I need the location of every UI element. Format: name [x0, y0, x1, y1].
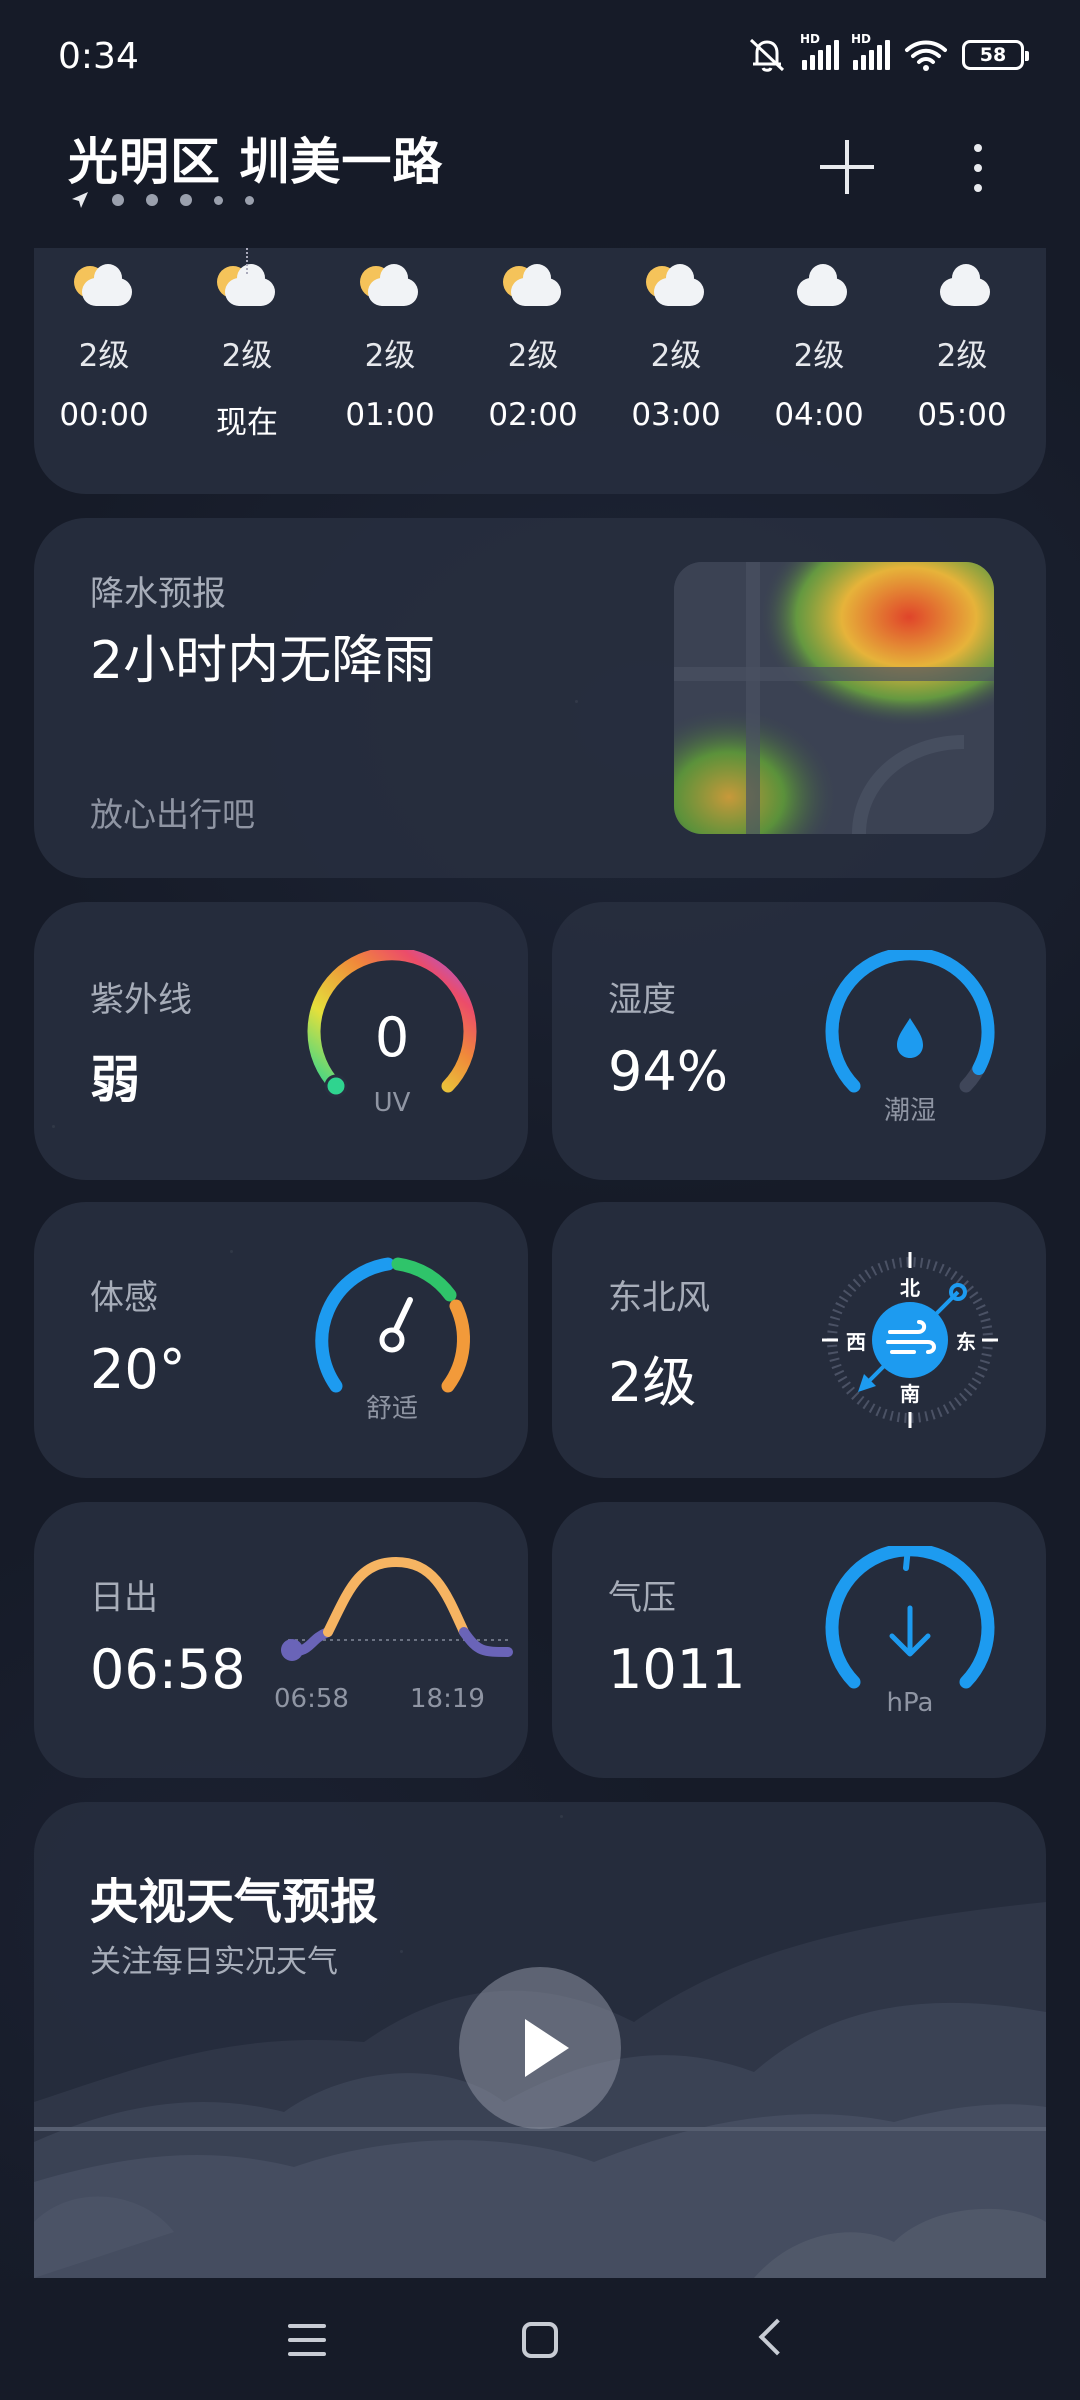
hourly-item: 2级 05:00	[907, 262, 1017, 433]
hd-label: HD	[851, 32, 872, 46]
hourly-item: 2级 04:00	[764, 262, 874, 433]
feels-label: 体感	[90, 1278, 158, 1318]
more-menu-button[interactable]	[966, 140, 990, 196]
page-dot	[245, 195, 254, 205]
recent-apps-button[interactable]	[288, 2324, 326, 2358]
uv-gauge-value: 0	[374, 1006, 410, 1069]
compass-south-label: 南	[900, 1382, 920, 1406]
wifi-icon	[905, 40, 947, 71]
page-dot	[180, 194, 192, 206]
hourly-time: 05:00	[917, 397, 1007, 433]
moon-cloud-icon	[644, 262, 708, 312]
compass-west-label: 西	[846, 1330, 866, 1354]
precip-subtitle: 放心出行吧	[90, 795, 255, 834]
pressure-card[interactable]: 气压 1011 hPa	[552, 1502, 1046, 1778]
hourly-item: 2级 现在	[192, 262, 302, 442]
hourly-time: 现在	[216, 405, 278, 441]
sunrise-card[interactable]: 日出 06:58 06:58 18:19	[34, 1502, 528, 1778]
hourly-item: 2级 01:00	[335, 262, 445, 433]
moon-cloud-icon	[72, 262, 136, 312]
now-indicator-line	[246, 248, 248, 274]
play-button[interactable]	[459, 1967, 621, 2129]
hourly-wind-level: 2级	[507, 338, 559, 374]
hourly-wind-level: 2级	[793, 338, 845, 374]
moon-cloud-icon	[501, 262, 565, 312]
compass-north-label: 北	[900, 1276, 920, 1300]
hd-label: HD	[800, 32, 821, 46]
feels-value: 20°	[90, 1338, 186, 1401]
location-title[interactable]: 光明区 圳美一路	[68, 122, 443, 194]
compass-east-label: 东	[956, 1330, 976, 1354]
page-indicator	[70, 190, 254, 210]
uv-value: 弱	[90, 1051, 140, 1109]
sunrise-label: 日出	[90, 1578, 158, 1618]
hourly-item: 2级 00:00	[49, 262, 159, 433]
hourly-time: 03:00	[631, 397, 721, 433]
moon-cloud-icon	[358, 262, 422, 312]
page-dot	[146, 194, 158, 206]
hourly-wind-level: 2级	[221, 338, 273, 374]
hourly-wind-level: 2级	[364, 338, 416, 374]
humidity-label: 湿度	[608, 980, 676, 1020]
sunset-time-label: 18:19	[410, 1684, 485, 1714]
status-bar: 0:34 HD HD 58	[0, 0, 1080, 110]
add-city-button[interactable]	[818, 138, 876, 196]
mute-bell-icon	[749, 38, 785, 72]
wind-card[interactable]: 东北风 2级 北 南 西 东	[552, 1202, 1046, 1478]
arrow-down-icon	[889, 1605, 931, 1657]
precip-label: 降水预报	[90, 574, 226, 614]
cloud-icon	[787, 262, 851, 312]
hourly-time: 04:00	[774, 397, 864, 433]
water-drop-icon	[897, 1018, 923, 1058]
humidity-gauge-text: 潮湿	[883, 1096, 936, 1126]
signal-icon: HD	[851, 32, 890, 70]
feels-like-card[interactable]: 体感 20° 舒适	[34, 1202, 528, 1478]
page-dot	[112, 194, 124, 206]
status-time: 0:34	[58, 36, 139, 77]
hourly-forecast-card[interactable]: 2级 00:00 2级 现在 2级 01:00 2级 02:00 2级 03:0…	[34, 248, 1046, 494]
location-arrow-icon	[72, 192, 88, 208]
hourly-wind-level: 2级	[650, 338, 702, 374]
sunrise-time-label: 06:58	[274, 1684, 349, 1714]
pressure-unit: hPa	[886, 1688, 934, 1718]
wind-label: 东北风	[608, 1278, 710, 1318]
battery-icon: 58	[962, 40, 1029, 70]
humidity-card[interactable]: 湿度 94% 潮湿	[552, 902, 1046, 1180]
weather-video-card[interactable]: 央视天气预报 关注每日实况天气	[34, 1802, 1046, 2278]
sun-path-chart	[268, 1552, 518, 1672]
video-title: 央视天气预报	[90, 1874, 379, 1930]
hourly-time: 02:00	[488, 397, 578, 433]
signal-icon: HD	[800, 32, 839, 70]
uv-label: 紫外线	[90, 980, 192, 1020]
hourly-wind-level: 2级	[936, 338, 988, 374]
precipitation-radar-map[interactable]	[674, 562, 994, 834]
uv-card[interactable]: 紫外线 弱 0 UV	[34, 902, 528, 1180]
precip-value: 2小时内无降雨	[90, 631, 436, 691]
pressure-value: 1011	[608, 1638, 746, 1701]
wind-value: 2级	[608, 1351, 697, 1414]
sunrise-value: 06:58	[90, 1638, 246, 1701]
hourly-item: 2级 02:00	[478, 262, 588, 433]
hourly-wind-level: 2级	[78, 338, 130, 374]
pressure-label: 气压	[608, 1578, 676, 1618]
humidity-value: 94%	[608, 1040, 729, 1103]
video-subtitle: 关注每日实况天气	[90, 1944, 338, 1980]
system-navigation-bar	[0, 2278, 1080, 2400]
cloud-icon	[930, 262, 994, 312]
back-button[interactable]	[758, 2318, 796, 2356]
hourly-time: 00:00	[59, 397, 149, 433]
home-button[interactable]	[522, 2322, 558, 2358]
status-icons: HD HD 58	[746, 32, 1029, 74]
feels-gauge-text: 舒适	[365, 1394, 418, 1424]
page-dot	[214, 195, 223, 205]
precipitation-card[interactable]: 降水预报 2小时内无降雨 放心出行吧	[34, 518, 1046, 878]
hourly-time: 01:00	[345, 397, 435, 433]
hourly-item: 2级 03:00	[621, 262, 731, 433]
uv-gauge-unit: UV	[373, 1088, 411, 1118]
